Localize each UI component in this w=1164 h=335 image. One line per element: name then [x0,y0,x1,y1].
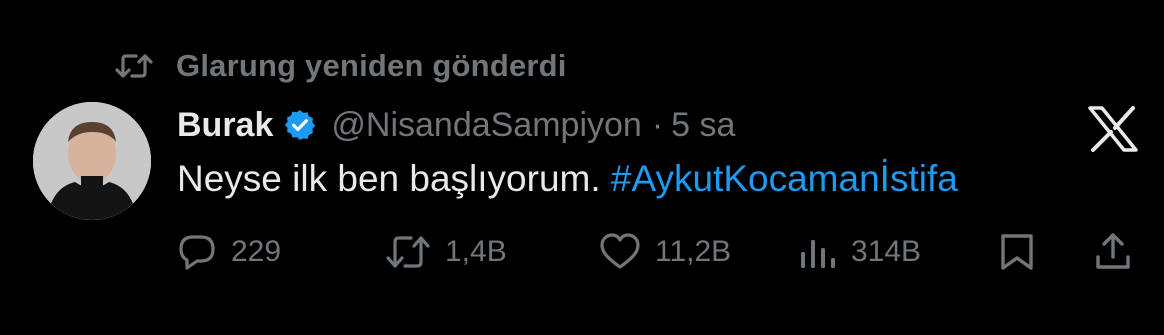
bookmark-icon [999,232,1035,272]
tweet-body: Neyse ilk ben başlıyorum. [177,158,611,199]
avatar[interactable] [33,102,151,220]
repost-icon [114,52,154,80]
verified-badge-icon[interactable] [283,108,317,142]
x-logo-icon [1086,106,1140,152]
tweet-card[interactable]: Glarung yeniden gönderdi Burak @NisandaS… [0,0,1164,335]
action-bar: 229 1,4B 11,2B 314B [177,226,1137,278]
repost-count: 1,4B [445,235,507,268]
separator-dot: · [651,105,664,144]
share-icon [1093,231,1133,273]
reply-count: 229 [231,235,282,268]
tweet-text: Neyse ilk ben başlıyorum. #AykutKocamanİ… [177,158,958,200]
heart-icon [599,232,641,272]
timestamp[interactable]: 5 sa [671,106,735,145]
tweet-header: Burak @NisandaSampiyon · 5 sa [177,102,735,148]
repost-button[interactable]: 1,4B [385,226,507,278]
reply-button[interactable]: 229 [177,226,281,278]
share-button[interactable] [1093,226,1133,278]
views-count: 314B [851,235,922,268]
repost-label[interactable]: Glarung yeniden gönderdi [176,48,567,84]
author-name[interactable]: Burak [177,106,273,145]
reply-icon [177,232,217,272]
analytics-icon [797,232,837,272]
like-button[interactable]: 11,2B [599,226,731,278]
bookmark-button[interactable] [999,226,1035,278]
repost-indicator: Glarung yeniden gönderdi [114,46,567,86]
views-button[interactable]: 314B [797,226,921,278]
hashtag-link[interactable]: #AykutKocamanİstifa [611,158,958,199]
repost-icon [385,232,431,272]
author-handle[interactable]: @NisandaSampiyon [331,106,641,145]
like-count: 11,2B [655,235,732,268]
